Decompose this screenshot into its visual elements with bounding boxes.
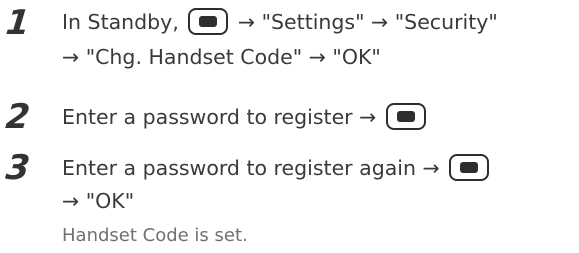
step-3-line-1: Enter a password to register again → [62,154,492,181]
step-2-line-1: Enter a password to register → [62,103,429,130]
step-number: 1 [3,3,32,43]
step-text: Enter a password to register again → [62,156,440,180]
step-text: → "Settings" → "Security" [237,10,498,34]
center-key-icon [385,103,426,130]
center-key-icon [449,154,490,181]
step-1-line-2: → "Chg. Handset Code" → "OK" [62,45,381,69]
step-text: In Standby, [62,10,179,34]
step-number: 3 [3,148,32,188]
center-key-icon [188,8,229,35]
step-3-line-2: → "OK" [62,189,135,213]
step-text: Enter a password to register → [62,105,377,129]
step-number: 2 [3,97,32,137]
step-1-line-1: In Standby, → "Settings" → "Security" [62,8,498,35]
result-text: Handset Code is set. [62,225,248,246]
